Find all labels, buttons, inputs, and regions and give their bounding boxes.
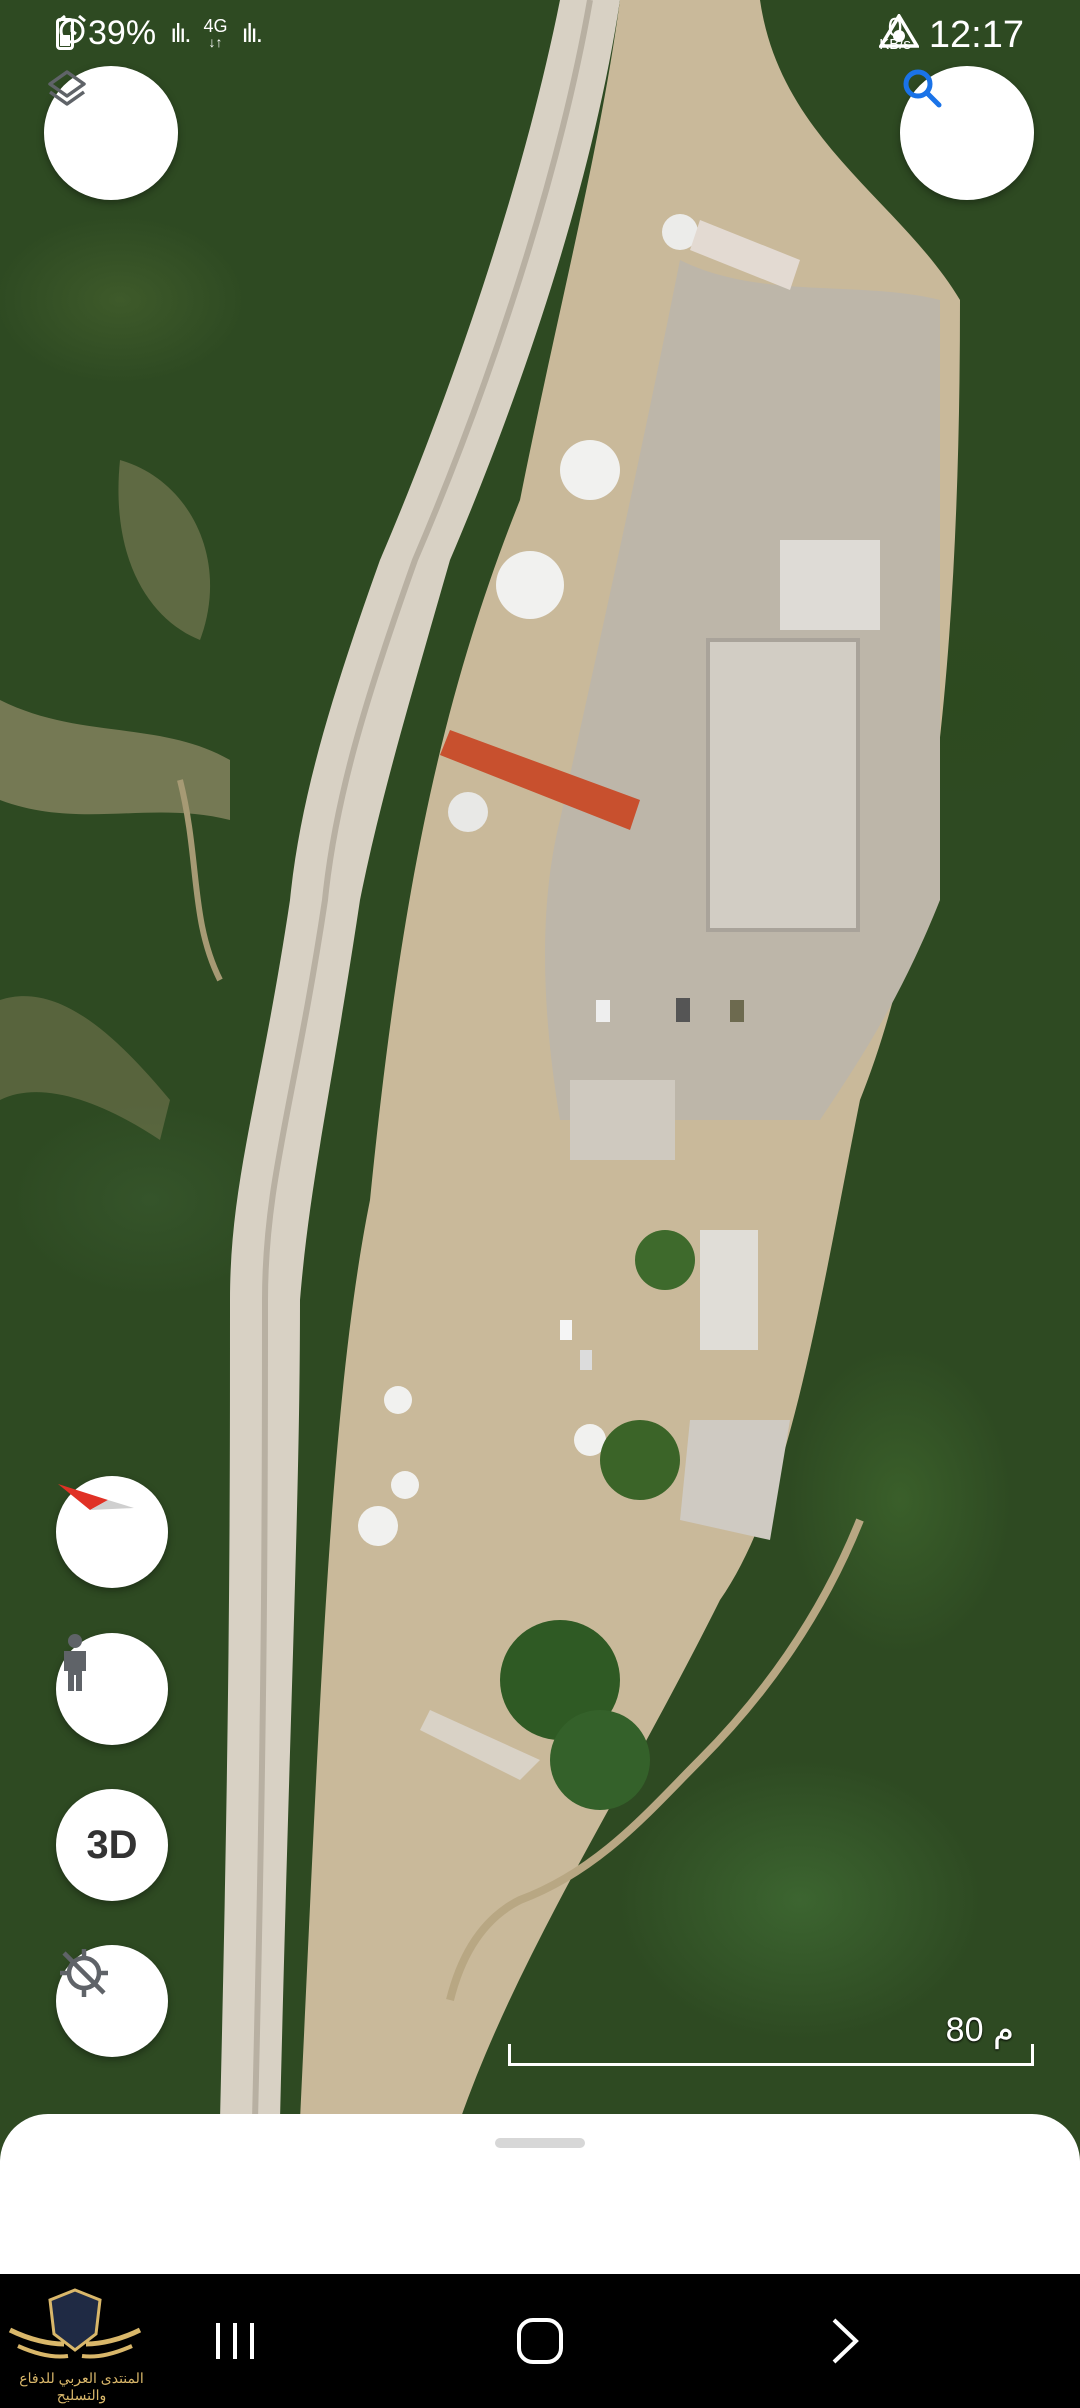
watermark-text: المنتدى العربي للدفاع والتسليح bbox=[19, 2370, 144, 2403]
navigation-bar bbox=[0, 2274, 1080, 2408]
network-type-label: 4G bbox=[203, 15, 228, 36]
bottom-sheet[interactable] bbox=[0, 2114, 1080, 2274]
status-right: 0 KB/s 12:17 bbox=[879, 14, 1024, 57]
back-button[interactable] bbox=[790, 2274, 900, 2408]
layers-icon bbox=[48, 70, 86, 106]
data-saver-icon bbox=[879, 14, 920, 48]
location-off-icon bbox=[60, 1949, 108, 1997]
shield-logo-icon bbox=[8, 2288, 142, 2359]
scale-label: 80 م bbox=[945, 2011, 1014, 2049]
recent-apps-button[interactable] bbox=[180, 2274, 290, 2408]
person-icon bbox=[64, 1634, 86, 1691]
scale-tick-right bbox=[1031, 2044, 1034, 2066]
recent-apps-icon bbox=[216, 2323, 254, 2359]
back-icon bbox=[832, 2318, 859, 2364]
3d-button[interactable]: 3D bbox=[56, 1789, 168, 1901]
home-icon bbox=[517, 2318, 563, 2364]
clock: 12:17 bbox=[928, 14, 1024, 56]
status-left: 39% ılı. 4G ↓↑ ılı. bbox=[56, 14, 264, 53]
compass-button[interactable] bbox=[56, 1476, 168, 1588]
status-bar: 39% ılı. 4G ↓↑ ılı. 0 KB/s 12:17 bbox=[0, 0, 1080, 70]
home-button[interactable] bbox=[480, 2274, 600, 2408]
scale-tick-left bbox=[508, 2044, 511, 2066]
3d-label: 3D bbox=[86, 1822, 138, 1867]
street-view-button[interactable] bbox=[56, 1633, 168, 1745]
scale-bar bbox=[508, 2063, 1034, 2066]
battery-percent: 39% bbox=[88, 14, 157, 52]
signal-2-icon: ılı. bbox=[241, 18, 264, 48]
search-icon bbox=[903, 69, 942, 108]
signal-icon: ılı. bbox=[170, 18, 192, 48]
sheet-drag-handle[interactable] bbox=[495, 2138, 585, 2148]
satellite-map[interactable]: 39% ılı. 4G ↓↑ ılı. 0 KB/s 12:17 3D 80 م bbox=[0, 0, 1080, 2120]
forum-watermark: المنتدى العربي للدفاع والتسليح bbox=[0, 2284, 160, 2408]
map-scale: 80 م bbox=[508, 2010, 1034, 2070]
layers-button[interactable] bbox=[44, 66, 178, 200]
network-type-icon: 4G ↓↑ bbox=[203, 15, 228, 50]
my-location-button[interactable] bbox=[56, 1945, 168, 2057]
search-button[interactable] bbox=[900, 66, 1034, 200]
compass-icon bbox=[58, 1484, 134, 1510]
alarm-icon bbox=[58, 14, 86, 44]
map-imagery bbox=[0, 0, 960, 2120]
